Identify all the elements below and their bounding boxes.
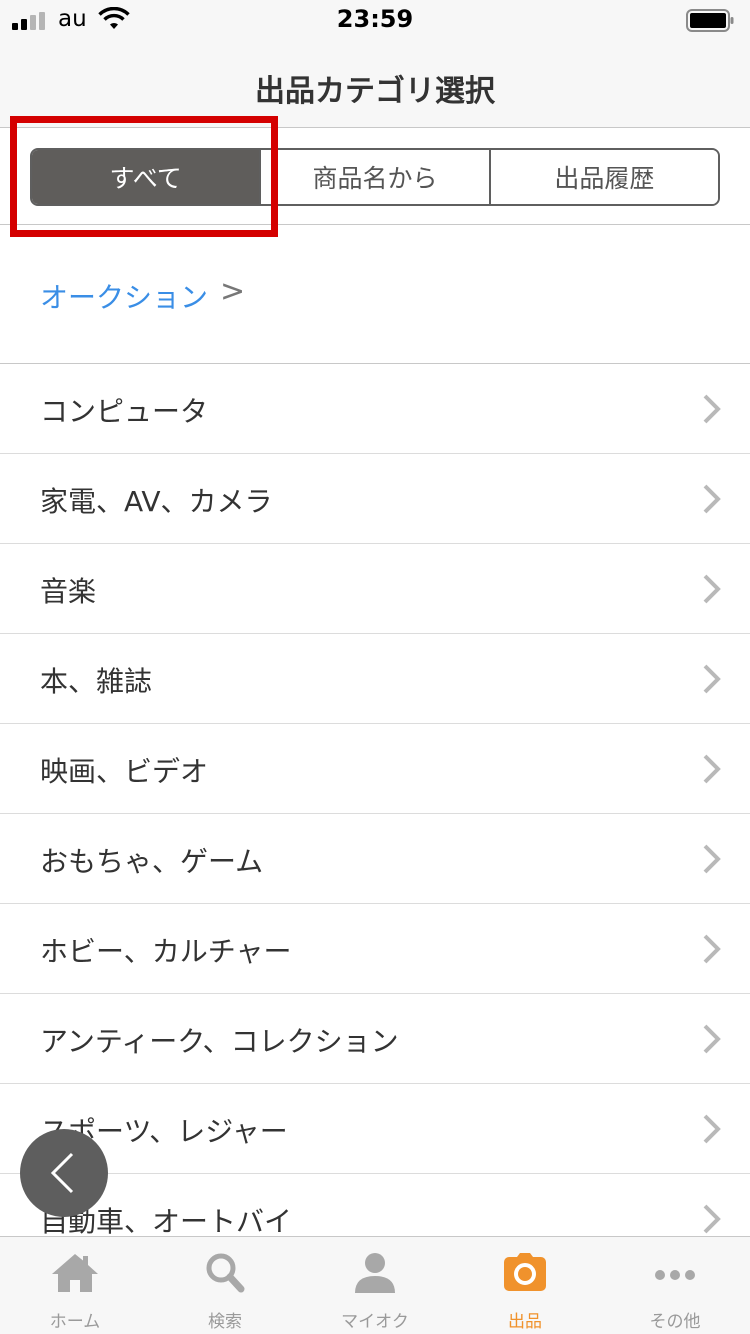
screen: au 23:59 出品カテゴリ選択 すべて 商品名から 出品履歴 オークション …	[0, 0, 750, 1334]
more-icon	[655, 1270, 695, 1280]
chevron-right-icon	[703, 934, 721, 964]
category-label: 音楽	[40, 575, 97, 608]
category-label: ホビー、カルチャー	[40, 935, 292, 968]
tab-label: ホーム	[49, 1312, 101, 1332]
back-button[interactable]	[20, 1129, 108, 1217]
category-item-movies[interactable]: 映画、ビデオ	[0, 724, 750, 814]
category-label: コンピュータ	[40, 395, 209, 428]
tab-sell[interactable]: 出品	[450, 1237, 600, 1334]
navigation-bar: 出品カテゴリ選択	[0, 40, 750, 128]
breadcrumb: オークション >	[0, 226, 750, 364]
category-item-computer[interactable]: コンピュータ	[0, 364, 750, 454]
status-bar: au 23:59	[0, 0, 750, 40]
tab-label: 検索	[208, 1312, 242, 1332]
category-label: おもちゃ、ゲーム	[40, 845, 264, 878]
category-label: 家電、AV、カメラ	[40, 485, 273, 518]
breadcrumb-auction-link[interactable]: オークション	[40, 276, 208, 316]
tab-label: その他	[649, 1312, 701, 1332]
tab-label: マイオク	[341, 1312, 409, 1332]
chevron-right-icon	[703, 1024, 721, 1054]
category-item-music[interactable]: 音楽	[0, 544, 750, 634]
category-item-antiques[interactable]: アンティーク、コレクション	[0, 994, 750, 1084]
chevron-right-icon	[703, 754, 721, 784]
status-time: 23:59	[336, 5, 414, 33]
category-label: アンティーク、コレクション	[40, 1025, 399, 1058]
tab-my-auction[interactable]: マイオク	[300, 1237, 450, 1334]
battery-icon	[686, 9, 734, 32]
segment-by-product-name[interactable]: 商品名から	[259, 150, 489, 204]
category-label: 本、雑誌	[40, 665, 153, 698]
category-item-sports[interactable]: スポーツ、レジャー	[0, 1084, 750, 1174]
breadcrumb-chevron-icon: >	[220, 274, 246, 309]
category-list: コンピュータ 家電、AV、カメラ 音楽 本、雑誌 映画、ビデオ おもちゃ、ゲーム…	[0, 364, 750, 1264]
tab-label: 出品	[508, 1312, 542, 1332]
segmented-control: すべて 商品名から 出品履歴	[30, 148, 720, 206]
category-item-books[interactable]: 本、雑誌	[0, 634, 750, 724]
chevron-right-icon	[703, 1114, 721, 1144]
chevron-right-icon	[703, 1204, 721, 1234]
segment-listing-history[interactable]: 出品履歴	[488, 150, 718, 204]
chevron-right-icon	[703, 664, 721, 694]
home-icon	[52, 1254, 98, 1292]
chevron-left-icon	[50, 1152, 74, 1194]
tab-search[interactable]: 検索	[150, 1237, 300, 1334]
chevron-right-icon	[703, 574, 721, 604]
chevron-right-icon	[703, 844, 721, 874]
tab-bar: ホーム 検索 マイオク 出品 その他	[0, 1236, 750, 1334]
person-icon	[355, 1253, 395, 1293]
page-title: 出品カテゴリ選択	[255, 74, 495, 109]
segment-all[interactable]: すべて	[32, 150, 260, 204]
chevron-right-icon	[703, 394, 721, 424]
category-item-toys-games[interactable]: おもちゃ、ゲーム	[0, 814, 750, 904]
category-label: 映画、ビデオ	[40, 755, 209, 788]
camera-icon	[504, 1253, 546, 1291]
category-item-hobby[interactable]: ホビー、カルチャー	[0, 904, 750, 994]
tab-home[interactable]: ホーム	[0, 1237, 150, 1334]
category-item-electronics[interactable]: 家電、AV、カメラ	[0, 454, 750, 544]
chevron-right-icon	[703, 484, 721, 514]
search-icon	[206, 1253, 245, 1293]
tab-more[interactable]: その他	[600, 1237, 750, 1334]
segment-section: すべて 商品名から 出品履歴	[0, 129, 750, 225]
